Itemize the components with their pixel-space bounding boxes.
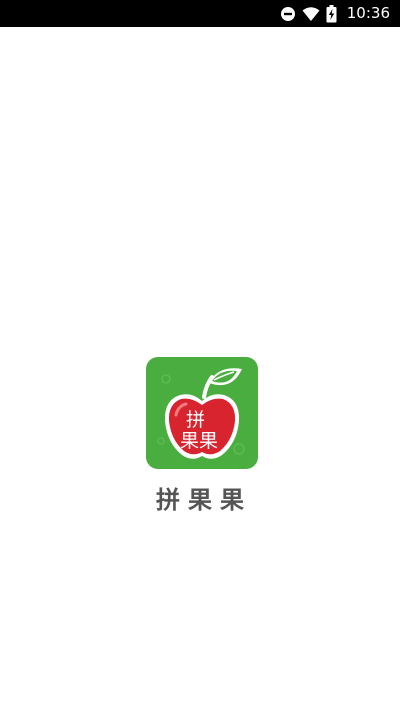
- app-name: 拼果果: [156, 486, 252, 514]
- status-icons: 10:36: [280, 0, 390, 27]
- app-logo: 拼 果果: [146, 357, 258, 469]
- splash-screen: 拼 果果 拼果果: [0, 27, 400, 711]
- apple-logo-icon: 拼 果果: [157, 368, 245, 459]
- clock: 10:36: [346, 4, 390, 22]
- status-bar: 10:36: [0, 0, 400, 27]
- wifi-icon: [302, 6, 320, 22]
- icon-text-top: 拼: [186, 409, 205, 431]
- battery-charging-icon: [326, 4, 337, 23]
- icon-text-bottom: 果果: [180, 430, 218, 452]
- do-not-disturb-icon: [280, 6, 296, 22]
